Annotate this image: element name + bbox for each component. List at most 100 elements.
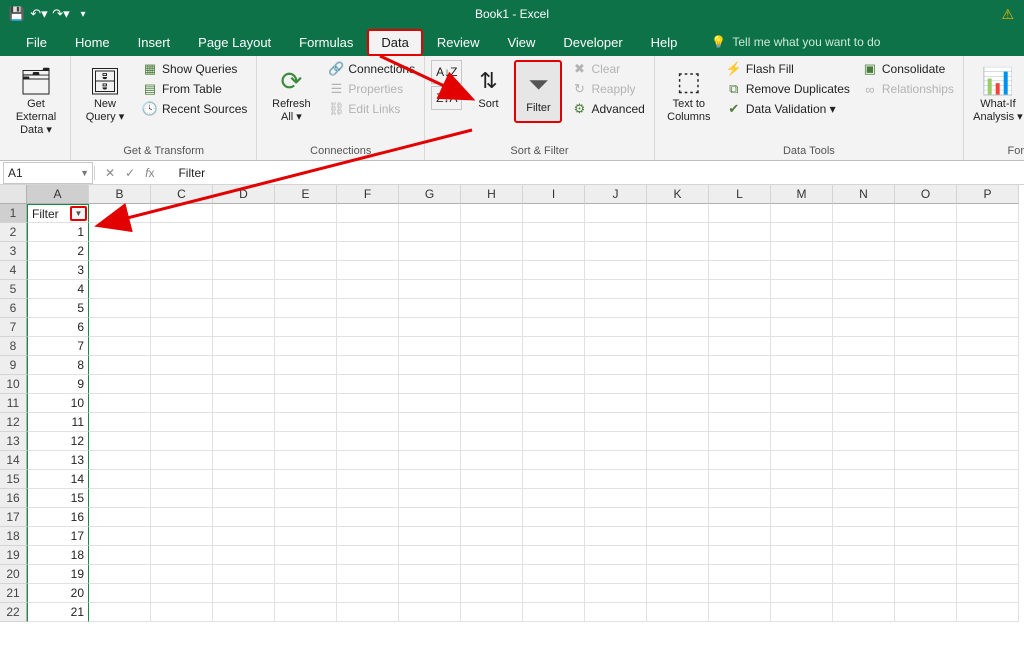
cell-G16[interactable] (399, 489, 461, 508)
cell-C1[interactable] (151, 204, 213, 223)
cell-G18[interactable] (399, 527, 461, 546)
cell-C8[interactable] (151, 337, 213, 356)
select-all-corner[interactable] (0, 185, 27, 204)
cell-K15[interactable] (647, 470, 709, 489)
cell-O1[interactable] (895, 204, 957, 223)
cell-B13[interactable] (89, 432, 151, 451)
cell-D6[interactable] (213, 299, 275, 318)
cell-D16[interactable] (213, 489, 275, 508)
cell-D9[interactable] (213, 356, 275, 375)
cell-F13[interactable] (337, 432, 399, 451)
cell-H2[interactable] (461, 223, 523, 242)
cell-P11[interactable] (957, 394, 1019, 413)
cell-J10[interactable] (585, 375, 647, 394)
cell-L9[interactable] (709, 356, 771, 375)
cell-P20[interactable] (957, 565, 1019, 584)
cell-C5[interactable] (151, 280, 213, 299)
cell-A9[interactable]: 8 (27, 356, 89, 375)
cell-B3[interactable] (89, 242, 151, 261)
cell-N12[interactable] (833, 413, 895, 432)
cell-D14[interactable] (213, 451, 275, 470)
cell-A19[interactable]: 18 (27, 546, 89, 565)
cell-O15[interactable] (895, 470, 957, 489)
cell-K12[interactable] (647, 413, 709, 432)
cell-L7[interactable] (709, 318, 771, 337)
cell-P18[interactable] (957, 527, 1019, 546)
cell-P21[interactable] (957, 584, 1019, 603)
cell-K2[interactable] (647, 223, 709, 242)
cell-K4[interactable] (647, 261, 709, 280)
cell-G13[interactable] (399, 432, 461, 451)
cell-H7[interactable] (461, 318, 523, 337)
save-icon[interactable]: 💾 (8, 5, 26, 23)
sort-desc-button[interactable]: Z↓A (431, 86, 462, 110)
cell-P12[interactable] (957, 413, 1019, 432)
cell-O6[interactable] (895, 299, 957, 318)
cell-M20[interactable] (771, 565, 833, 584)
cell-G11[interactable] (399, 394, 461, 413)
cell-I3[interactable] (523, 242, 585, 261)
advanced-button[interactable]: ⚙Advanced (568, 100, 647, 118)
cell-B2[interactable] (89, 223, 151, 242)
cell-J8[interactable] (585, 337, 647, 356)
cell-N10[interactable] (833, 375, 895, 394)
cell-C13[interactable] (151, 432, 213, 451)
cell-J13[interactable] (585, 432, 647, 451)
cell-H16[interactable] (461, 489, 523, 508)
row-header-20[interactable]: 20 (0, 565, 27, 584)
cell-L4[interactable] (709, 261, 771, 280)
row-header-1[interactable]: 1 (0, 204, 27, 223)
col-header-C[interactable]: C (151, 185, 213, 204)
col-header-N[interactable]: N (833, 185, 895, 204)
cell-P13[interactable] (957, 432, 1019, 451)
cell-K22[interactable] (647, 603, 709, 622)
cell-E4[interactable] (275, 261, 337, 280)
col-header-L[interactable]: L (709, 185, 771, 204)
cell-I1[interactable] (523, 204, 585, 223)
row-header-7[interactable]: 7 (0, 318, 27, 337)
cell-L20[interactable] (709, 565, 771, 584)
cell-G10[interactable] (399, 375, 461, 394)
reapply-button[interactable]: ↻Reapply (568, 80, 647, 98)
filter-dropdown-icon[interactable]: ▼ (70, 206, 87, 221)
row-header-8[interactable]: 8 (0, 337, 27, 356)
cell-C19[interactable] (151, 546, 213, 565)
cell-G22[interactable] (399, 603, 461, 622)
col-header-H[interactable]: H (461, 185, 523, 204)
cell-K14[interactable] (647, 451, 709, 470)
cell-A1[interactable]: Filter▼ (27, 204, 89, 223)
cell-A4[interactable]: 3 (27, 261, 89, 280)
cell-I12[interactable] (523, 413, 585, 432)
col-header-B[interactable]: B (89, 185, 151, 204)
cell-E22[interactable] (275, 603, 337, 622)
cell-N9[interactable] (833, 356, 895, 375)
cell-O4[interactable] (895, 261, 957, 280)
cell-L18[interactable] (709, 527, 771, 546)
remove-duplicates-button[interactable]: ⧉Remove Duplicates (723, 80, 853, 98)
cell-F3[interactable] (337, 242, 399, 261)
row-header-22[interactable]: 22 (0, 603, 27, 622)
cell-O14[interactable] (895, 451, 957, 470)
connections-button[interactable]: 🔗Connections (325, 60, 418, 78)
cell-N16[interactable] (833, 489, 895, 508)
cell-G17[interactable] (399, 508, 461, 527)
row-header-13[interactable]: 13 (0, 432, 27, 451)
cell-I10[interactable] (523, 375, 585, 394)
cell-H15[interactable] (461, 470, 523, 489)
cell-C20[interactable] (151, 565, 213, 584)
cell-L1[interactable] (709, 204, 771, 223)
cell-M17[interactable] (771, 508, 833, 527)
cell-L22[interactable] (709, 603, 771, 622)
fx-icon[interactable]: fx (145, 166, 154, 180)
cell-F5[interactable] (337, 280, 399, 299)
cell-K16[interactable] (647, 489, 709, 508)
cell-N11[interactable] (833, 394, 895, 413)
cell-P19[interactable] (957, 546, 1019, 565)
alert-icon[interactable]: ⚠ (1001, 6, 1014, 23)
cell-I9[interactable] (523, 356, 585, 375)
name-box[interactable]: A1 ▼ (3, 162, 93, 184)
cell-D17[interactable] (213, 508, 275, 527)
cell-J1[interactable] (585, 204, 647, 223)
cell-L19[interactable] (709, 546, 771, 565)
cell-G5[interactable] (399, 280, 461, 299)
